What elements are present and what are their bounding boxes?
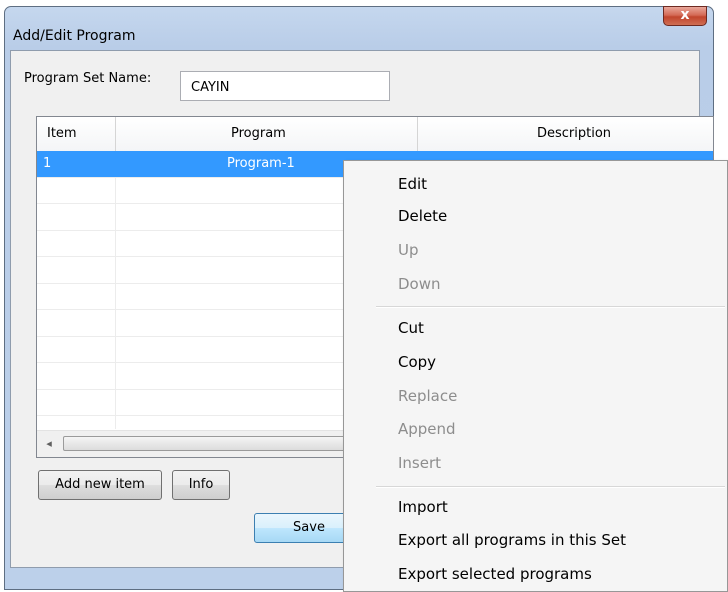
window-title: Add/Edit Program [13,28,136,44]
scroll-left-icon[interactable]: ◂ [41,435,57,453]
menu-item-export-all[interactable]: Export all programs in this Set [398,531,626,549]
menu-item-export-selected[interactable]: Export selected programs [398,565,592,583]
menu-item-import[interactable]: Import [398,498,448,516]
menu-separator [376,486,725,488]
scrollbar-thumb[interactable] [63,436,383,451]
menu-item-cut[interactable]: Cut [398,319,424,337]
program-set-name-input[interactable]: CAYIN [180,71,390,101]
column-header-description[interactable]: Description [537,117,611,151]
menu-item-delete[interactable]: Delete [398,207,447,225]
close-button[interactable]: x [663,6,707,26]
menu-item-replace: Replace [398,387,458,405]
menu-item-down: Down [398,275,441,293]
row-item-cell: 1 [43,156,52,171]
close-icon: x [680,7,690,23]
menu-item-insert: Insert [398,454,442,472]
column-header-item[interactable]: Item [47,117,77,151]
context-menu: Edit Delete Up Down Cut Copy Replace App… [343,160,728,592]
row-program-cell: Program-1 [227,156,295,171]
info-button[interactable]: Info [172,470,230,500]
add-new-item-button[interactable]: Add new item [38,470,162,500]
menu-separator [376,306,725,308]
header-divider[interactable] [115,117,116,151]
column-header-program[interactable]: Program [231,117,286,151]
menu-item-edit[interactable]: Edit [398,175,427,193]
program-set-name-label: Program Set Name: [24,71,152,86]
menu-item-copy[interactable]: Copy [398,353,436,371]
menu-item-append: Append [398,420,456,438]
header-divider[interactable] [417,117,418,151]
list-header: Item Program Description [37,117,713,152]
menu-item-up: Up [398,241,419,259]
